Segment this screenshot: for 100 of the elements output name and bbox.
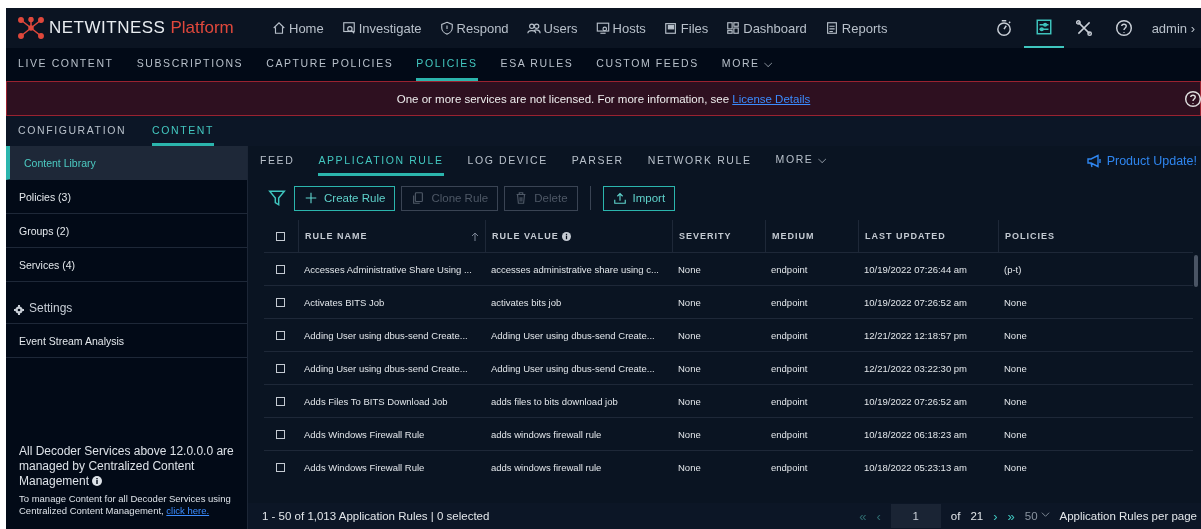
nav-tab[interactable]: MORE ⌵ xyxy=(721,48,774,81)
rule-type-tab[interactable]: NETWORK RULE xyxy=(647,146,752,176)
banner-message: One or more services are not licensed. For more information, see License Details xyxy=(396,92,811,105)
table-cell-text: None xyxy=(677,395,702,407)
table-cell-text: Adds Windows Firewall Rule xyxy=(303,461,426,473)
table-cell-text: Adds Windows Firewall Rule xyxy=(303,428,426,440)
row-checkbox[interactable] xyxy=(276,396,285,406)
table-cell-text: None xyxy=(1003,395,1028,407)
nav-link[interactable]: Home xyxy=(272,20,324,36)
table-cell-text: endpoint xyxy=(770,362,809,374)
sidebar-item[interactable]: Content Library xyxy=(6,146,247,180)
page-total: 21 xyxy=(970,510,984,522)
column-header[interactable]: LAST UPDATED xyxy=(858,220,998,252)
nav-tab[interactable]: SUBSCRIPTIONS xyxy=(136,48,244,81)
license-link[interactable]: License Details xyxy=(732,92,811,105)
table-cell-text: (p-t) xyxy=(1003,263,1023,275)
table-cell-text: None xyxy=(677,263,702,275)
column-header[interactable]: RULE VALUE xyxy=(485,220,672,252)
table-cell-text: None xyxy=(677,461,702,473)
sidebar-item[interactable]: Services (4) xyxy=(6,248,247,282)
magnifier-icon xyxy=(341,21,356,35)
table-cell-text: adds windows firewall rule xyxy=(490,461,603,473)
scrollbar-thumb[interactable] xyxy=(1194,255,1198,287)
brand-name: NETWITNESS xyxy=(49,18,166,38)
page-size-label: Application Rules per page xyxy=(1059,510,1198,522)
config-tab[interactable]: CONFIGURATION xyxy=(18,116,127,146)
users-icon xyxy=(526,21,541,35)
select-all-checkbox[interactable] xyxy=(276,231,285,241)
info-icon xyxy=(562,231,572,241)
nav-tab[interactable]: CUSTOM FEEDS xyxy=(596,48,699,81)
table-cell-text: 10/18/2022 06:18:23 am xyxy=(863,428,968,440)
plus-icon xyxy=(304,191,318,205)
table-cell-text: activates bits job xyxy=(490,296,563,308)
nav-link[interactable]: Dashboard xyxy=(726,20,807,36)
sliders-icon xyxy=(1034,18,1053,36)
nav-link[interactable]: Respond xyxy=(439,20,509,36)
table-cell-text: endpoint xyxy=(770,461,809,473)
toolbar-button[interactable]: Import xyxy=(602,185,676,211)
table-cell-text: None xyxy=(1003,362,1028,374)
nav-link[interactable]: Files xyxy=(663,20,709,36)
rule-type-tab[interactable]: APPLICATION RULE xyxy=(318,146,444,176)
nav-link[interactable]: Investigate xyxy=(341,20,422,36)
settings-heading: Settings xyxy=(29,301,73,315)
table-cell-text: endpoint xyxy=(770,296,809,308)
column-header[interactable]: POLICIES xyxy=(998,220,1193,252)
ccm-note-title: All Decoder Services above 12.0.0.0 are managed by Centralized Content Management xyxy=(19,444,235,489)
rule-type-tab[interactable]: PARSER xyxy=(571,146,624,176)
table-cell-text: 10/19/2022 07:26:44 am xyxy=(863,263,968,275)
table-cell-text: 12/21/2022 03:22:30 pm xyxy=(863,362,968,374)
row-checkbox[interactable] xyxy=(276,330,285,340)
nav-link[interactable]: Reports xyxy=(824,20,888,36)
toolbar-button[interactable]: Create Rule xyxy=(294,185,396,211)
column-header[interactable]: SEVERITY xyxy=(672,220,765,252)
table-cell-text: 10/19/2022 07:26:52 am xyxy=(863,296,968,308)
nav-link[interactable]: Hosts xyxy=(595,20,646,36)
table-cell-text: endpoint xyxy=(770,263,809,275)
rule-type-tab[interactable]: MORE ⌵ xyxy=(775,146,828,176)
upload-icon xyxy=(612,191,627,205)
column-header[interactable]: MEDIUM xyxy=(765,220,858,252)
chevron-down-icon xyxy=(1040,510,1050,519)
row-checkbox[interactable] xyxy=(276,297,285,307)
table-cell-text: 10/19/2022 07:26:52 am xyxy=(863,395,968,407)
table-cell-text: None xyxy=(1003,461,1028,473)
sidebar-item[interactable]: Policies (3) xyxy=(6,180,247,214)
row-checkbox[interactable] xyxy=(276,429,285,439)
row-checkbox[interactable] xyxy=(276,264,285,274)
sort-arrow-icon xyxy=(471,231,479,241)
megaphone-icon xyxy=(1085,154,1102,168)
sidebar-item[interactable]: Groups (2) xyxy=(6,214,247,248)
last-page-button[interactable]: » xyxy=(1007,508,1015,524)
info-icon xyxy=(92,476,103,486)
rule-type-tab[interactable]: FEED xyxy=(260,146,295,176)
nav-tab[interactable]: LIVE CONTENT xyxy=(18,48,114,81)
page-size-dropdown[interactable]: 50 xyxy=(1024,510,1050,522)
click-here-link[interactable]: click here. xyxy=(166,505,210,516)
nav-link[interactable]: Users xyxy=(526,20,578,36)
table-cell-text: Adding User using dbus-send Create... xyxy=(490,362,656,374)
row-checkbox[interactable] xyxy=(276,363,285,373)
table-cell-text: 12/21/2022 12:18:57 pm xyxy=(863,329,968,341)
stopwatch-icon xyxy=(994,19,1013,37)
user-menu[interactable]: admin › xyxy=(1143,20,1201,36)
table-cell-text: adds windows firewall rule xyxy=(490,428,603,440)
shield-icon xyxy=(439,21,454,35)
row-checkbox[interactable] xyxy=(276,462,285,472)
table-cell-text: None xyxy=(677,296,702,308)
nav-tab[interactable]: ESA RULES xyxy=(500,48,574,81)
table-cell-text: Adding User using dbus-send Create... xyxy=(303,329,469,341)
document-icon xyxy=(824,21,839,35)
tools-icon xyxy=(1074,19,1093,37)
table-cell-text: None xyxy=(677,428,702,440)
nav-tab[interactable]: CAPTURE POLICIES xyxy=(266,48,394,81)
rule-type-tab[interactable]: LOG DEVICE xyxy=(467,146,548,176)
product-update-link[interactable]: Product Update! xyxy=(1085,146,1201,176)
next-page-button[interactable]: › xyxy=(993,508,998,524)
monitor-icon xyxy=(595,21,610,35)
column-header[interactable]: RULE NAME xyxy=(298,220,485,252)
sidebar-item[interactable]: Event Stream Analysis xyxy=(6,324,247,358)
table-cell-text: None xyxy=(677,362,702,374)
table-cell-text: endpoint xyxy=(770,329,809,341)
page-input[interactable]: 1 xyxy=(890,504,941,528)
